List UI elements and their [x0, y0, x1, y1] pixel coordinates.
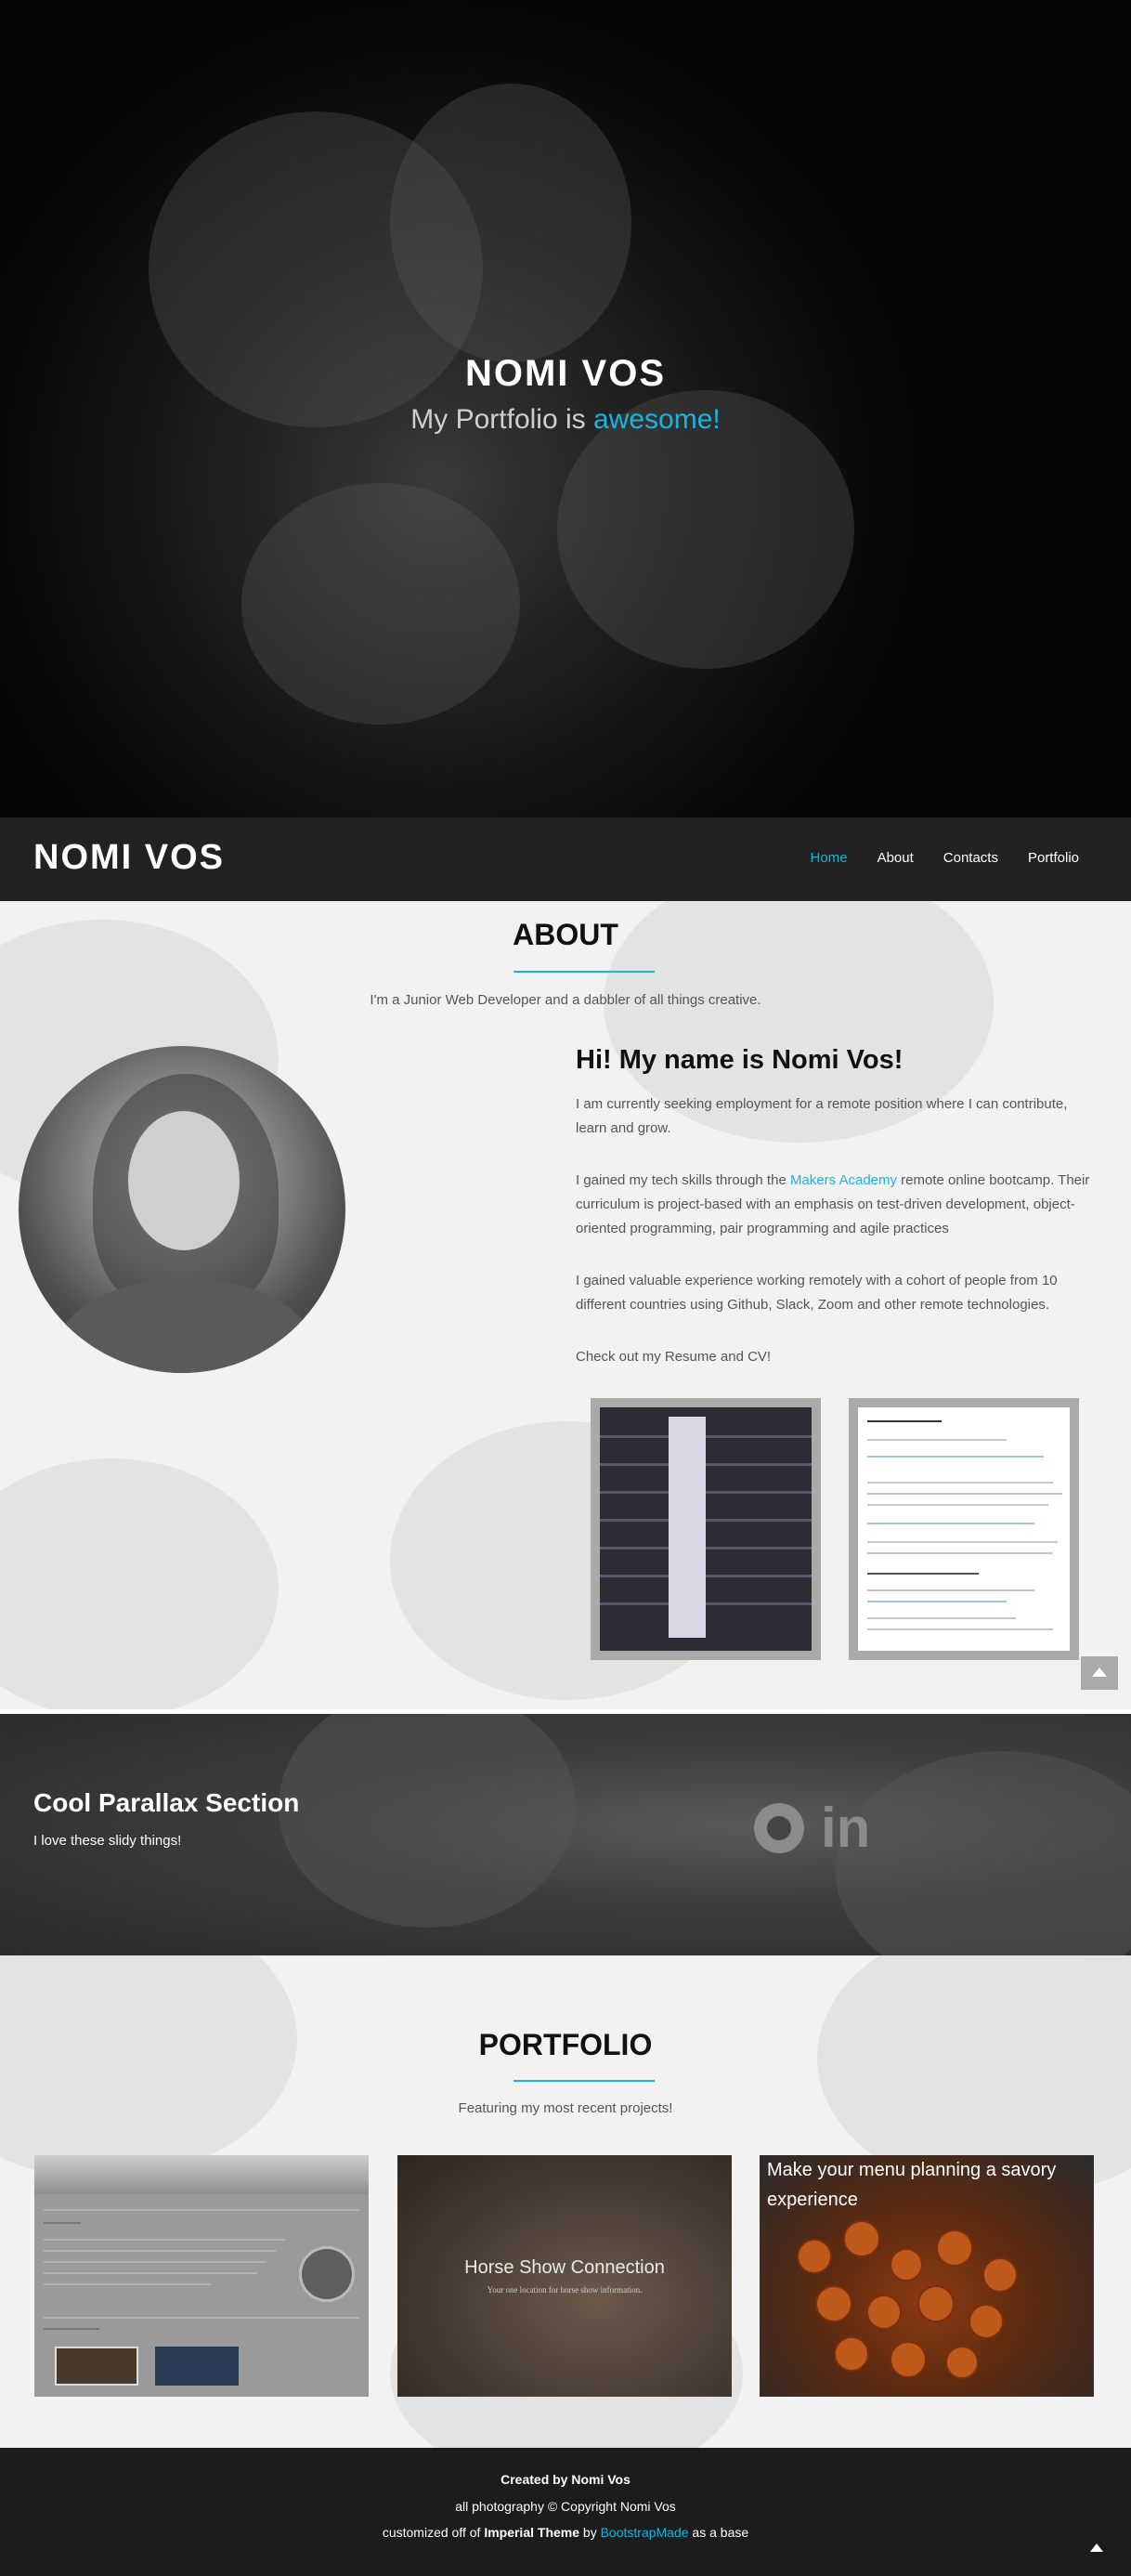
card-title: Make your menu planning a savory experie… — [767, 2160, 1057, 2210]
about-paragraph-4: Check out my Resume and CV! — [576, 1349, 772, 1365]
about-paragraph-3: I gained valuable experience working rem… — [576, 1273, 1058, 1313]
card-title: Horse Show Connection — [464, 2257, 665, 2278]
about-paragraph-2: I gained my tech skills through the Make… — [576, 1172, 1090, 1236]
nav-item-home[interactable]: Home — [811, 850, 848, 866]
hero-title: NOMI VOS — [464, 353, 667, 394]
about-description: I'm a Junior Web Developer and a dabbler… — [370, 992, 761, 1008]
bootstrapmade-link[interactable]: BootstrapMade — [601, 2525, 689, 2540]
hero-subtitle-prefix: My Portfolio is — [410, 404, 593, 435]
parallax-title: Cool Parallax Section — [33, 1788, 300, 1817]
parallax-section: Cool Parallax Section I love these slidy… — [0, 1714, 1131, 1955]
profile-photo — [19, 1046, 345, 1373]
about-section: ABOUT I'm a Junior Web Developer and a d… — [0, 901, 1131, 1709]
nav-item-contacts[interactable]: Contacts — [943, 850, 998, 866]
portfolio-card-horse-show[interactable]: Horse Show Connection Your one location … — [397, 2155, 732, 2397]
portfolio-card-menu-planning[interactable]: Make your menu planning a savory experie… — [760, 2155, 1094, 2397]
hero-flower-petal — [241, 483, 520, 725]
portfolio-card-personal-site[interactable] — [34, 2155, 369, 2397]
chevron-up-icon — [1090, 2543, 1103, 2552]
footer-credit: Created by Nomi Vos — [500, 2472, 630, 2487]
about-heading: Hi! My name is Nomi Vos! — [576, 1045, 904, 1075]
about-title-underline — [514, 971, 655, 973]
makers-academy-link[interactable]: Makers Academy — [790, 1172, 897, 1188]
about-bio: Hi! My name is Nomi Vos! I am currently … — [576, 1045, 1096, 1397]
background-flower — [0, 1458, 279, 1709]
hero-section: NOMI VOS My Portfolio is awesome! — [0, 0, 1131, 817]
parallax-subtitle: I love these slidy things! — [33, 1833, 182, 1849]
portfolio-section: PORTFOLIO Featuring my most recent proje… — [0, 1955, 1131, 2448]
about-paragraph-1: I am currently seeking employment for a … — [576, 1096, 1068, 1136]
resume-thumbnail[interactable] — [591, 1398, 821, 1660]
brand-logo[interactable]: NOMI VOS — [33, 838, 225, 878]
footer: Created by Nomi Vos all photography © Co… — [0, 2448, 1131, 2576]
nav-menu: Home About Contacts Portfolio — [811, 850, 1079, 866]
portfolio-title: PORTFOLIO — [478, 2028, 653, 2061]
nav-item-about[interactable]: About — [878, 850, 914, 866]
back-to-top-button[interactable] — [1081, 1656, 1118, 1690]
nav-item-portfolio[interactable]: Portfolio — [1028, 850, 1079, 866]
footer-back-to-top[interactable] — [1086, 2538, 1109, 2560]
chevron-up-icon — [1092, 1667, 1107, 1677]
navbar: NOMI VOS Home About Contacts Portfolio — [0, 817, 1131, 901]
portfolio-title-underline — [514, 2080, 655, 2082]
footer-theme-credit: customized off of Imperial Theme by Boot… — [382, 2525, 749, 2540]
hero-flower-petal — [390, 84, 631, 362]
hero-text: NOMI VOS My Portfolio is awesome! — [0, 353, 1131, 436]
cv-thumbnail[interactable] — [849, 1398, 1079, 1660]
about-title: ABOUT — [513, 918, 618, 951]
hero-subtitle: My Portfolio is awesome! — [0, 404, 1131, 436]
footer-copyright: all photography © Copyright Nomi Vos — [455, 2499, 676, 2514]
portfolio-description: Featuring my most recent projects! — [458, 2100, 673, 2116]
linkedin-icon[interactable]: in — [821, 1800, 870, 1856]
github-icon[interactable] — [754, 1803, 804, 1853]
card-subtitle: Your one location for horse show informa… — [487, 2285, 643, 2295]
hero-subtitle-accent: awesome! — [592, 404, 721, 435]
